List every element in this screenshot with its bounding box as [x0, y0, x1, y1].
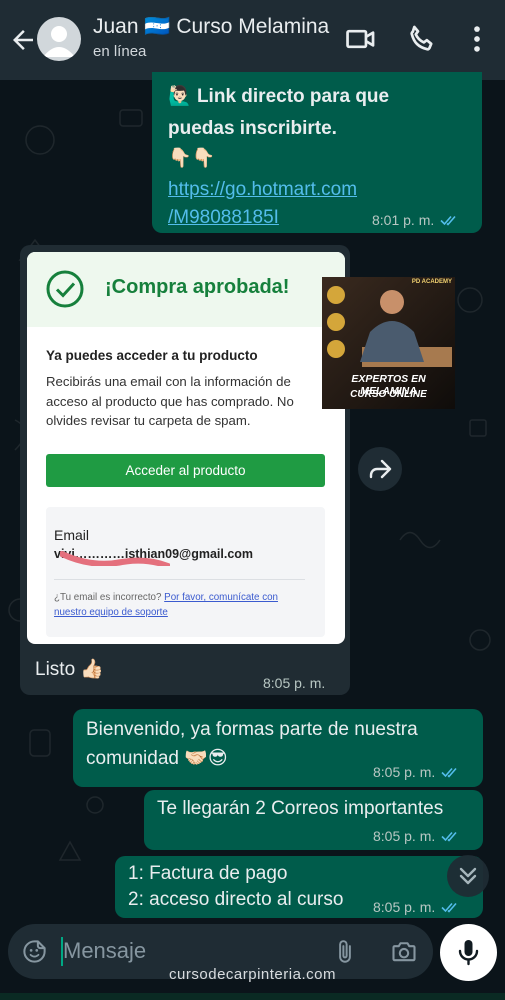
email-label: Email: [54, 527, 90, 543]
sticker-emoji-icon[interactable]: [21, 938, 48, 965]
message-time: 8:01 p. m.: [372, 212, 435, 228]
read-receipt-icon: [441, 767, 457, 778]
message-text: 2: acceso directo al curso: [128, 889, 344, 910]
chat-screen: Juan 🇭🇳 Curso Melamina en línea 🙋🏻‍♂️ Li…: [0, 0, 505, 1000]
message-time: 8:05 p. m.: [373, 828, 436, 844]
message-time: 8:05 p. m.: [373, 899, 436, 915]
message-text: comunidad 🤝🏻😎: [86, 748, 228, 769]
man-gesturing-emoji: 🙋🏻‍♂️: [168, 86, 192, 107]
course-thumbnail[interactable]: PD ACADEMY EXPERTOS EN MELAMINA CURSO ON…: [322, 277, 455, 409]
message-bubble-list[interactable]: 1: Factura de pago 2: acceso directo al …: [115, 856, 483, 918]
double-chevron-down-icon: [459, 867, 477, 885]
email-help-text: ¿Tu email es incorrecto?: [54, 592, 165, 603]
message-time: 8:05 p. m.: [263, 675, 326, 691]
chat-header: Juan 🇭🇳 Curso Melamina en línea: [0, 0, 505, 80]
message-text: puedas inscribirte.: [168, 118, 337, 139]
message-text: Te llegarán 2 Correos importantes: [157, 798, 444, 819]
phone-call-icon[interactable]: [405, 22, 439, 56]
receipt-header: ¡Compra aprobada!: [27, 252, 345, 327]
message-bubble-link[interactable]: 🙋🏻‍♂️ Link directo para que puedas inscr…: [152, 72, 482, 233]
email-help: ¿Tu email es incorrecto? Por favor, comu…: [54, 590, 309, 620]
scroll-to-bottom-button[interactable]: [447, 855, 489, 897]
forward-icon: [369, 459, 392, 479]
message-time: 8:05 p. m.: [373, 764, 436, 780]
bottom-strip: [0, 993, 505, 1000]
read-receipt-icon: [441, 831, 457, 842]
watermark-text: cursodecarpinteria.com: [169, 966, 336, 983]
message-input[interactable]: Mensaje: [63, 938, 146, 964]
receipt-body: Recibirás una email con la información d…: [46, 374, 294, 428]
hotmart-link-continued[interactable]: /M98088185I: [168, 203, 279, 233]
receipt-heading: Ya puedes acceder a tu producto: [46, 348, 258, 363]
email-box: Email vivi…………isthian09@gmail.com ¿Tu em…: [46, 507, 325, 637]
message-text: Bienvenido, ya formas parte de nuestra: [86, 719, 418, 740]
course-subtitle: CURSO ONLINE: [350, 389, 427, 400]
hotmart-link[interactable]: https://go.hotmart.com: [168, 175, 357, 205]
redaction-scribble: [60, 551, 170, 566]
attach-clip-icon[interactable]: [332, 938, 358, 966]
pointing-down-emoji: 👇🏻👇🏻: [168, 148, 216, 169]
check-circle-icon: [46, 270, 84, 308]
camera-icon[interactable]: [390, 938, 418, 966]
access-product-button: Acceder al producto: [46, 454, 325, 487]
image-caption: Listo 👍🏻: [35, 659, 105, 680]
message-text: Link directo para que: [196, 86, 390, 107]
divider: [54, 579, 305, 580]
avatar[interactable]: [37, 17, 81, 61]
more-options-icon[interactable]: [460, 22, 494, 56]
read-receipt-icon: [440, 215, 456, 226]
video-call-icon[interactable]: [344, 22, 378, 56]
message-bubble-welcome[interactable]: Bienvenido, ya formas parte de nuestra c…: [73, 709, 483, 787]
academy-badge: PD ACADEMY: [411, 279, 452, 285]
contact-status: en línea: [93, 43, 147, 60]
back-arrow-icon[interactable]: [8, 25, 38, 55]
receipt-title: ¡Compra aprobada!: [105, 276, 290, 298]
purchase-receipt-image[interactable]: ¡Compra aprobada! Ya puedes acceder a tu…: [27, 252, 345, 644]
default-avatar-icon: [43, 26, 75, 57]
message-bubble-emails[interactable]: Te llegarán 2 Correos importantes 8:05 p…: [144, 790, 483, 850]
message-text: 1: Factura de pago: [128, 863, 288, 884]
contact-name[interactable]: Juan 🇭🇳 Curso Melamina: [93, 15, 333, 39]
forward-button[interactable]: [358, 447, 402, 491]
read-receipt-icon: [441, 902, 457, 913]
